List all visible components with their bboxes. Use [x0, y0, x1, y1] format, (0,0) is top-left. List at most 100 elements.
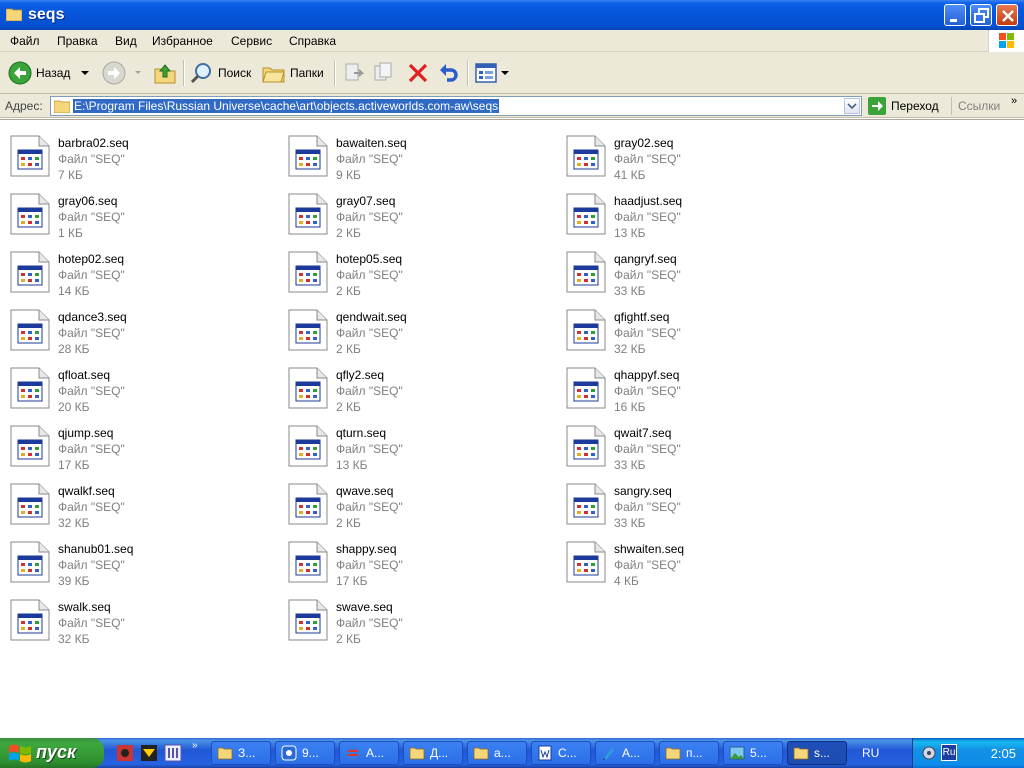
file-list[interactable]: barbra02.seq Файл "SEQ" 7 КБ bawaiten.seq Фа… [0, 119, 1024, 739]
chevron-down-icon[interactable] [500, 68, 510, 78]
seq-file-icon [566, 425, 606, 467]
file-item[interactable]: haadjust.seq Файл "SEQ" 13 КБ [556, 186, 826, 242]
file-size: 32 КБ [58, 632, 90, 646]
file-item[interactable]: sangry.seq Файл "SEQ" 33 КБ [556, 476, 826, 532]
quicklaunch-app-icon[interactable] [116, 744, 134, 762]
up-folder-button[interactable] [153, 59, 177, 87]
file-type: Файл "SEQ" [58, 384, 125, 398]
taskbar-button-label: s... [814, 746, 831, 760]
menu-help[interactable]: Справка [289, 34, 336, 48]
taskbar-button[interactable]: З... [211, 741, 271, 765]
taskbar-button-label: 9... [302, 746, 319, 760]
search-button[interactable]: Поиск [190, 59, 251, 87]
taskbar-button[interactable]: А... [595, 741, 655, 765]
views-button[interactable] [475, 59, 510, 87]
file-item[interactable]: shappy.seq Файл "SEQ" 17 КБ [278, 534, 548, 590]
taskbar-button[interactable]: a... [467, 741, 527, 765]
file-type: Файл "SEQ" [614, 500, 681, 514]
file-item[interactable]: qwalkf.seq Файл "SEQ" 32 КБ [0, 476, 270, 532]
move-to-button[interactable] [342, 59, 366, 87]
menu-favorites[interactable]: Избранное [152, 34, 213, 48]
folder-icon [665, 747, 681, 760]
file-item[interactable]: bawaiten.seq Файл "SEQ" 9 КБ [278, 128, 548, 184]
toolbar-separator [467, 60, 468, 86]
taskbar-button[interactable]: А... [339, 741, 399, 765]
file-item[interactable]: shanub01.seq Файл "SEQ" 39 КБ [0, 534, 270, 590]
file-item[interactable]: qendwait.seq Файл "SEQ" 2 КБ [278, 302, 548, 358]
file-item[interactable]: gray02.seq Файл "SEQ" 41 КБ [556, 128, 826, 184]
file-item[interactable]: qhappyf.seq Файл "SEQ" 16 КБ [556, 360, 826, 416]
file-item[interactable]: hotep05.seq Файл "SEQ" 2 КБ [278, 244, 548, 300]
delete-icon [408, 63, 428, 83]
quicklaunch-chevron-icon[interactable]: » [192, 740, 198, 751]
file-name: haadjust.seq [614, 194, 683, 208]
pen-icon [603, 748, 614, 760]
taskbar-button[interactable]: C... [531, 741, 591, 765]
folders-label: Папки [290, 66, 324, 80]
file-name: shappy.seq [336, 542, 397, 556]
file-item[interactable]: qturn.seq Файл "SEQ" 13 КБ [278, 418, 548, 474]
file-item[interactable]: qfloat.seq Файл "SEQ" 20 КБ [0, 360, 270, 416]
seq-file-icon [10, 425, 50, 467]
file-item[interactable]: qwave.seq Файл "SEQ" 2 КБ [278, 476, 548, 532]
undo-button[interactable] [437, 59, 461, 87]
file-item[interactable]: qdance3.seq Файл "SEQ" 28 КБ [0, 302, 270, 358]
file-type: Файл "SEQ" [58, 326, 125, 340]
file-item[interactable]: qangryf.seq Файл "SEQ" 33 КБ [556, 244, 826, 300]
quicklaunch-game-icon[interactable] [140, 744, 158, 762]
title-bar[interactable]: seqs [0, 0, 1024, 30]
toolbar-separator [183, 60, 184, 86]
file-item[interactable]: swave.seq Файл "SEQ" 2 КБ [278, 592, 548, 648]
file-type: Файл "SEQ" [614, 558, 681, 572]
address-input[interactable]: E:\Program Files\Russian Universe\cache\… [50, 96, 862, 116]
file-item[interactable]: qfly2.seq Файл "SEQ" 2 КБ [278, 360, 548, 416]
taskbar-button[interactable]: 5... [723, 741, 783, 765]
copy-to-button[interactable] [372, 59, 396, 87]
file-size: 28 КБ [58, 342, 90, 356]
file-item[interactable]: qjump.seq Файл "SEQ" 17 КБ [0, 418, 270, 474]
chevron-down-icon[interactable] [132, 68, 144, 78]
file-item[interactable]: qfightf.seq Файл "SEQ" 32 КБ [556, 302, 826, 358]
file-item[interactable]: qwait7.seq Файл "SEQ" 33 КБ [556, 418, 826, 474]
forward-button[interactable] [102, 59, 144, 87]
seq-file-icon [566, 251, 606, 293]
up-folder-icon [154, 64, 176, 84]
chevron-down-icon[interactable] [78, 68, 92, 78]
file-item[interactable]: barbra02.seq Файл "SEQ" 7 КБ [0, 128, 270, 184]
close-button[interactable] [996, 4, 1018, 26]
minimize-button[interactable] [944, 4, 966, 26]
delete-button[interactable] [406, 59, 430, 87]
address-label: Адрес: [5, 99, 43, 113]
network-icon[interactable] [921, 745, 937, 761]
menu-edit[interactable]: Правка [57, 34, 98, 48]
back-button[interactable]: Назад [8, 59, 92, 87]
file-item[interactable]: swalk.seq Файл "SEQ" 32 КБ [0, 592, 270, 648]
folders-button[interactable]: Папки [262, 59, 324, 87]
close-icon [1002, 10, 1014, 22]
taskbar-button[interactable]: 9... [275, 741, 335, 765]
go-button[interactable]: Переход [868, 97, 939, 115]
menu-view[interactable]: Вид [115, 34, 137, 48]
taskbar-button[interactable]: п... [659, 741, 719, 765]
links-chevron-icon[interactable]: » [1011, 95, 1017, 107]
taskbar-button[interactable]: s... [787, 741, 847, 765]
quicklaunch-tool-icon[interactable] [164, 744, 182, 762]
restore-button[interactable] [970, 4, 992, 26]
toolbar: Назад Поиск Папки [0, 52, 1024, 94]
clock[interactable]: 2:05 [991, 746, 1016, 761]
file-item[interactable]: hotep02.seq Файл "SEQ" 14 КБ [0, 244, 270, 300]
address-path[interactable]: E:\Program Files\Russian Universe\cache\… [73, 99, 500, 113]
menu-file[interactable]: Файл [10, 34, 40, 48]
file-item[interactable]: gray06.seq Файл "SEQ" 1 КБ [0, 186, 270, 242]
file-size: 13 КБ [614, 226, 646, 240]
file-type: Файл "SEQ" [58, 442, 125, 456]
address-dropdown-button[interactable] [844, 98, 860, 114]
taskbar-button[interactable]: Д... [403, 741, 463, 765]
keyboard-language-icon[interactable]: Ru [941, 744, 957, 761]
file-item[interactable]: gray07.seq Файл "SEQ" 2 КБ [278, 186, 548, 242]
file-item[interactable]: shwaiten.seq Файл "SEQ" 4 КБ [556, 534, 826, 590]
start-button[interactable]: пуск [0, 738, 104, 768]
links-toolbar[interactable]: Ссылки [958, 99, 1000, 113]
language-indicator[interactable]: RU [862, 746, 879, 760]
menu-tools[interactable]: Сервис [231, 34, 272, 48]
